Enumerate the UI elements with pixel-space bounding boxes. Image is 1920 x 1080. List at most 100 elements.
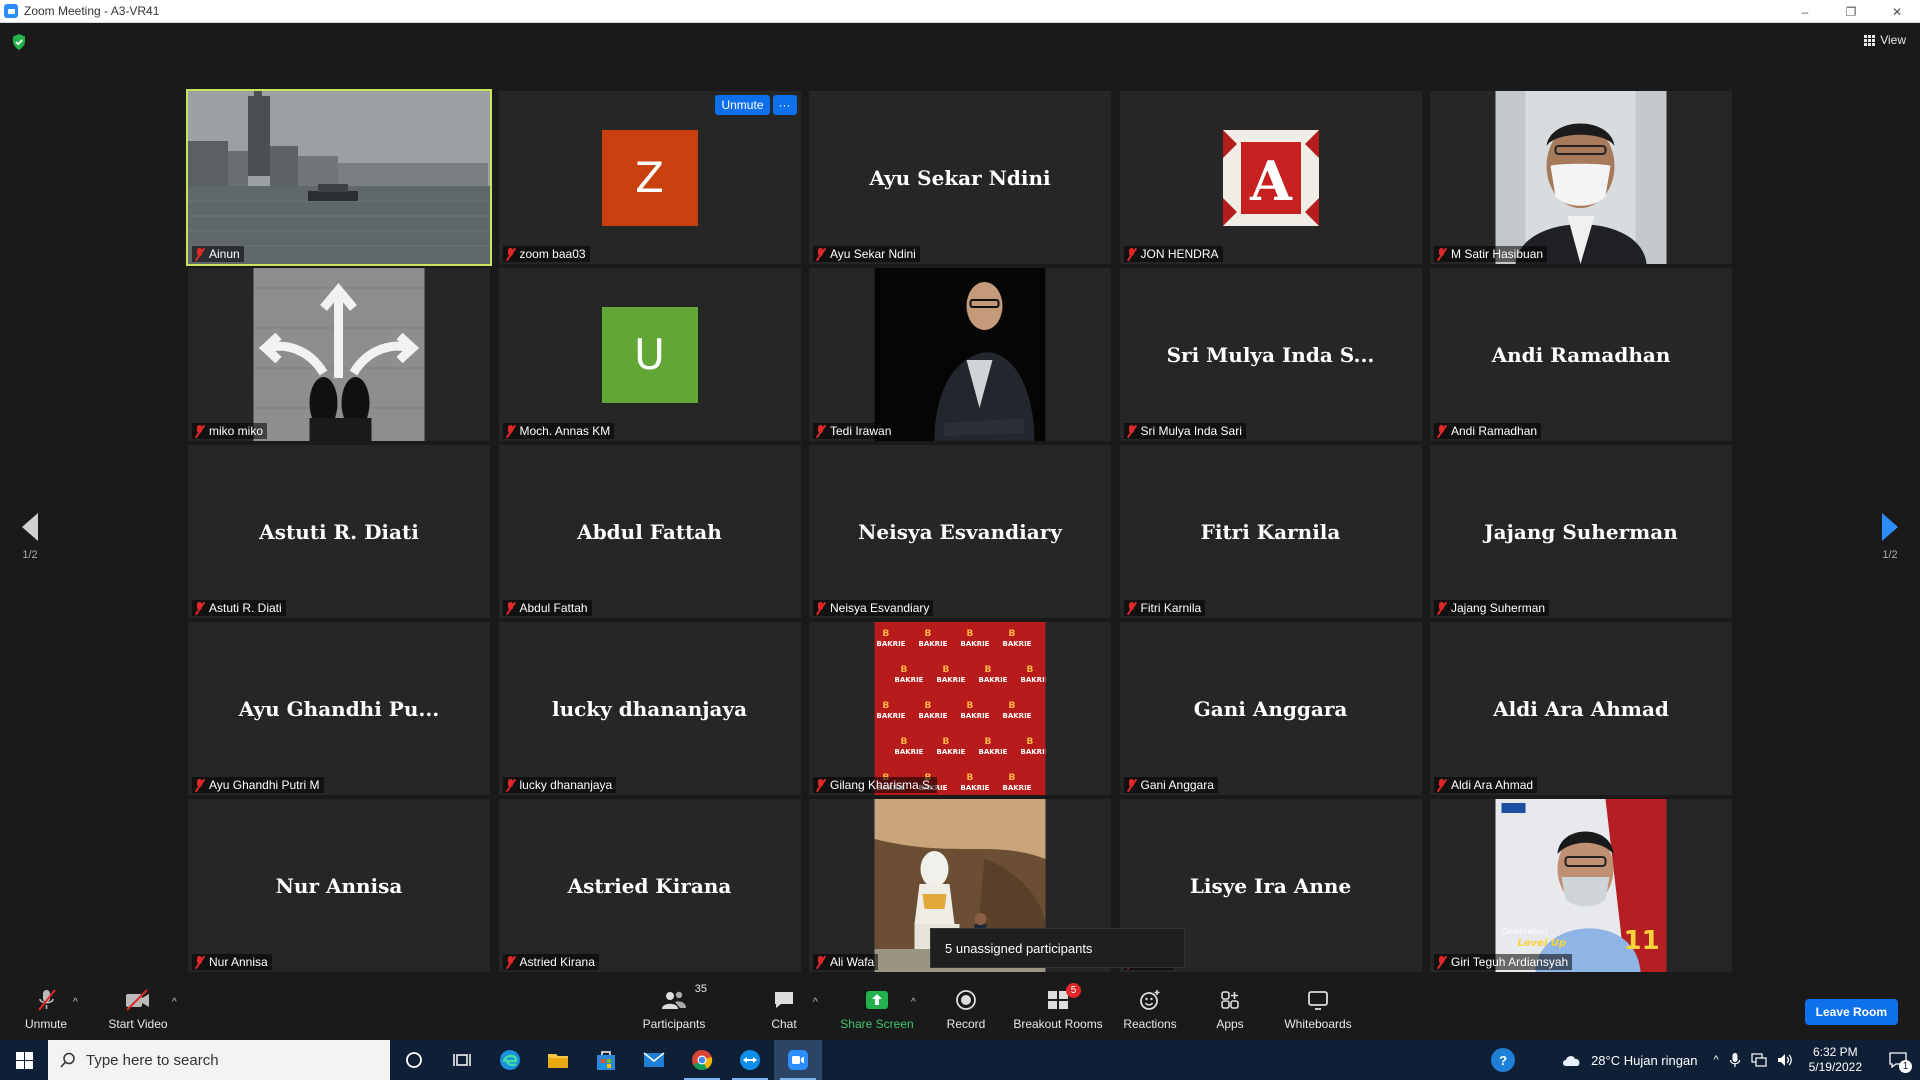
participant-name: Andi Ramadhan [1451,424,1538,438]
previous-page-button[interactable]: 1/2 [12,513,48,561]
cortana-button[interactable] [390,1040,438,1080]
taskbar-teamviewer[interactable] [726,1040,774,1080]
participants-label: Participants [642,1017,706,1031]
weather-text[interactable]: 28°C Hujan ringan [1591,1053,1697,1068]
chat-button[interactable]: Chat [764,980,804,1040]
volume-icon[interactable] [1777,1053,1793,1067]
breakout-rooms-icon: 5 [1047,983,1081,1011]
taskbar-chrome[interactable] [678,1040,726,1080]
share-screen-button[interactable]: Share Screen [838,980,916,1040]
participant-tile[interactable]: Ainun [186,89,492,266]
participant-name: miko miko [209,424,264,438]
svg-text:BAKRIE: BAKRIE [919,712,948,720]
restore-button[interactable]: ❐ [1828,0,1874,23]
next-page-button[interactable]: 1/2 [1872,513,1908,561]
apps-icon [1220,989,1240,1011]
system-clock[interactable]: 6:32 PM 5/19/2022 [1809,1045,1862,1075]
participant-tile[interactable]: Tedi Irawan [809,268,1111,441]
start-button[interactable] [0,1040,48,1080]
participant-name: Gani Anggara [1140,778,1214,792]
arrow-right-icon [1882,513,1898,541]
participant-display-name: Neisya Esvandiary [858,519,1062,544]
participant-tile[interactable]: A JON HENDRA [1119,91,1422,264]
participant-tile[interactable]: Astried Kirana Astried Kirana [498,799,801,972]
network-icon[interactable] [1751,1053,1767,1067]
whiteboards-button[interactable]: Whiteboards [1282,980,1354,1040]
participant-name-label: Sri Mulya Inda Sari [1123,423,1246,439]
participant-tile[interactable]: Celebration Level Up 11 Giri Teguh Ardiansy… [1430,799,1732,972]
leave-room-button[interactable]: Leave Room [1804,999,1898,1025]
participant-tile[interactable]: lucky dhananjaya lucky dhananjaya [498,622,801,795]
help-icon[interactable]: ? [1491,1048,1516,1072]
security-shield-icon[interactable] [12,34,26,50]
start-video-button[interactable]: Start Video [104,980,172,1040]
participant-tile[interactable]: Jajang Suherman Jajang Suherman [1430,445,1732,618]
clock-date: 5/19/2022 [1808,1060,1862,1074]
svg-text:11: 11 [1624,926,1660,956]
gallery-grid: Ainun Zzoom baa03 Unmute ··· Ayu Sekar Ndini… [186,89,1732,976]
reactions-button[interactable]: Reactions [1123,980,1177,1040]
taskbar-store[interactable] [582,1040,630,1080]
taskbar-mail[interactable] [630,1040,678,1080]
close-button[interactable]: ✕ [1874,0,1920,23]
participant-tile[interactable]: B BAKRIE B BAKRIE B BAKRIE B BAKRIE B BAKRIE B BAKR… [809,622,1111,795]
participant-display-name: lucky dhananjaya [551,696,748,721]
apps-label: Apps [1216,1017,1244,1031]
svg-text:BAKRIE: BAKRIE [895,748,924,756]
participant-tile[interactable]: Sri Mulya Inda S... Sri Mulya Inda Sari [1119,268,1422,441]
participant-tile[interactable]: Nur Annisa Nur Annisa [188,799,490,972]
participant-tile[interactable]: U Moch. Annas KM [498,268,801,441]
share-screen-icon [865,989,889,1011]
participant-name: Ayu Sekar Ndini [830,247,916,261]
unmute-button[interactable]: Unmute [18,980,74,1040]
svg-text:BAKRIE: BAKRIE [1021,748,1046,756]
participant-tile[interactable]: Andi Ramadhan Andi Ramadhan [1430,268,1732,441]
audio-options-caret[interactable]: ^ [73,997,78,1008]
participant-tile[interactable]: Neisya Esvandiary Neisya Esvandiary [809,445,1111,618]
muted-mic-icon [1436,955,1447,969]
reactions-label: Reactions [1123,1017,1177,1031]
participant-name-label: Gani Anggara [1123,777,1218,793]
bakrie-backdrop-photo: BBAKRIEBBAKRIEBBAKRIEBBAKRIEBBAKRIEBBAKR… [874,622,1046,795]
muted-mic-icon [1126,424,1137,438]
share-options-caret[interactable]: ^ [911,997,916,1008]
participant-name: Tedi Irawan [830,424,892,438]
zoom-app-icon [4,4,18,18]
participant-name-label: Tedi Irawan [813,423,896,439]
svg-text:BAKRIE: BAKRIE [979,748,1008,756]
taskbar-edge[interactable] [486,1040,534,1080]
record-button[interactable]: Record [940,980,992,1040]
participant-tile[interactable]: Fitri Karnila Fitri Karnila [1119,445,1422,618]
task-view-button[interactable] [438,1040,486,1080]
participant-tile[interactable]: Zzoom baa03 Unmute ··· [498,91,801,264]
svg-text:B: B [1027,737,1034,747]
participant-tile[interactable]: miko miko [188,268,490,441]
svg-text:BAKRIE: BAKRIE [1003,712,1032,720]
tray-expand-caret[interactable]: ^ [1713,1054,1718,1066]
taskbar-zoom[interactable] [774,1040,822,1080]
minimize-button[interactable]: – [1782,0,1828,23]
action-center-button[interactable]: 1 [1876,1040,1920,1080]
taskbar-search[interactable]: Type here to search [48,1040,390,1080]
view-button[interactable]: View [1864,33,1906,47]
participant-name-label: zoom baa03 [502,246,590,262]
svg-text:BAKRIE: BAKRIE [1021,676,1046,684]
participant-tile[interactable]: Ayu Sekar Ndini Ayu Sekar Ndini [809,91,1111,264]
microphone-icon[interactable] [1729,1052,1741,1068]
breakout-rooms-button[interactable]: 5 Breakout Rooms [1012,980,1104,1040]
tile-unmute-button[interactable]: Unmute [715,95,770,115]
participant-tile[interactable]: Gani Anggara Gani Anggara [1119,622,1422,795]
svg-text:BAKRIE: BAKRIE [1003,640,1032,648]
participant-tile[interactable]: M Satir Hasibuan [1430,91,1732,264]
participant-tile[interactable]: Astuti R. Diati Astuti R. Diati [188,445,490,618]
taskbar-file-explorer[interactable] [534,1040,582,1080]
tile-more-button[interactable]: ··· [772,95,797,115]
participant-tile[interactable]: Abdul Fattah Abdul Fattah [498,445,801,618]
participants-button[interactable]: 35 Participants [640,980,708,1040]
video-options-caret[interactable]: ^ [172,997,177,1008]
svg-text:B: B [883,701,890,711]
chat-options-caret[interactable]: ^ [813,997,818,1008]
participant-tile[interactable]: Ayu Ghandhi Pu... Ayu Ghandhi Putri M [188,622,490,795]
participant-tile[interactable]: Aldi Ara Ahmad Aldi Ara Ahmad [1430,622,1732,795]
apps-button[interactable]: Apps [1212,980,1248,1040]
